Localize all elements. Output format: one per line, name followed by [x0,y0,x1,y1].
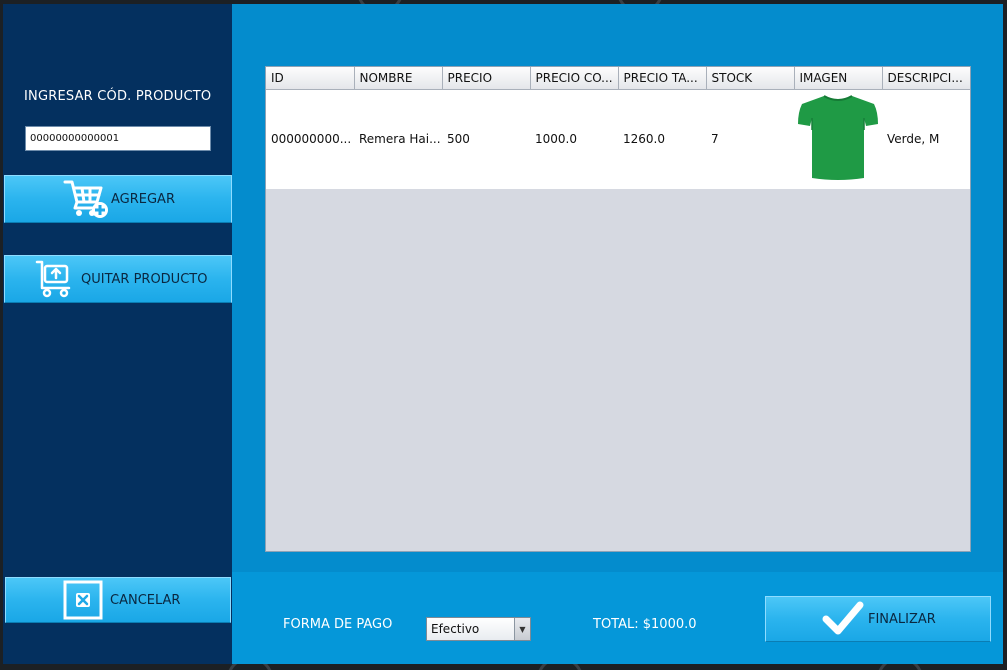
cell-precio-tarjeta: 1260.0 [618,89,706,189]
table-row[interactable]: 000000000... Remera Hai... 500 1000.0 12… [266,89,970,189]
cell-nombre: Remera Hai... [354,89,442,189]
payment-method-select[interactable]: Efectivo ▼ [426,617,531,641]
remove-product-button[interactable]: QUITAR PRODUCTO [4,255,232,303]
product-code-input[interactable] [25,126,211,151]
cart-remove-icon [33,258,79,300]
product-code-label: INGRESAR CÓD. PRODUCTO [24,89,212,104]
column-header-stock[interactable]: STOCK [706,67,795,90]
cell-imagen [794,89,882,189]
cart-add-icon [63,178,109,220]
payment-method-label: FORMA DE PAGO [283,617,393,632]
payment-method-value: Efectivo [431,622,480,636]
finish-button-label: FINALIZAR [868,611,936,627]
cell-precio: 500 [442,89,530,189]
table-header: ID NOMBRE PRECIO PRECIO CO... PRECIO TA.… [266,67,970,90]
sidebar: INGRESAR CÓD. PRODUCTO AGREGAR [3,4,232,664]
chevron-down-icon[interactable]: ▼ [514,618,530,640]
cell-id: 000000000... [266,89,354,189]
cancel-button[interactable]: CANCELAR [5,577,231,623]
remove-product-button-label: QUITAR PRODUCTO [81,271,208,287]
cancel-button-label: CANCELAR [110,592,181,608]
cell-descripcion: Verde, M [882,89,970,189]
main-panel: ID NOMBRE PRECIO PRECIO CO... PRECIO TA.… [232,4,1003,664]
column-header-precio-tarjeta[interactable]: PRECIO TA... [618,67,707,90]
column-header-precio-costo[interactable]: PRECIO CO... [530,67,619,90]
add-button[interactable]: AGREGAR [4,175,232,223]
column-header-descripcion[interactable]: DESCRIPCI... [882,67,970,90]
finish-button[interactable]: FINALIZAR [765,596,991,642]
column-header-imagen[interactable]: IMAGEN [794,67,883,90]
green-tshirt-icon [794,94,882,189]
cell-precio-costo: 1000.0 [530,89,618,189]
column-header-id[interactable]: ID [266,67,355,90]
checkmark-icon [822,601,864,637]
cell-stock: 7 [706,89,794,189]
total-amount: TOTAL: $1000.0 [593,617,697,632]
column-header-nombre[interactable]: NOMBRE [354,67,443,90]
column-header-precio[interactable]: PRECIO [442,67,531,90]
products-table[interactable]: ID NOMBRE PRECIO PRECIO CO... PRECIO TA.… [265,66,971,552]
add-button-label: AGREGAR [111,191,175,207]
close-icon [62,579,108,621]
